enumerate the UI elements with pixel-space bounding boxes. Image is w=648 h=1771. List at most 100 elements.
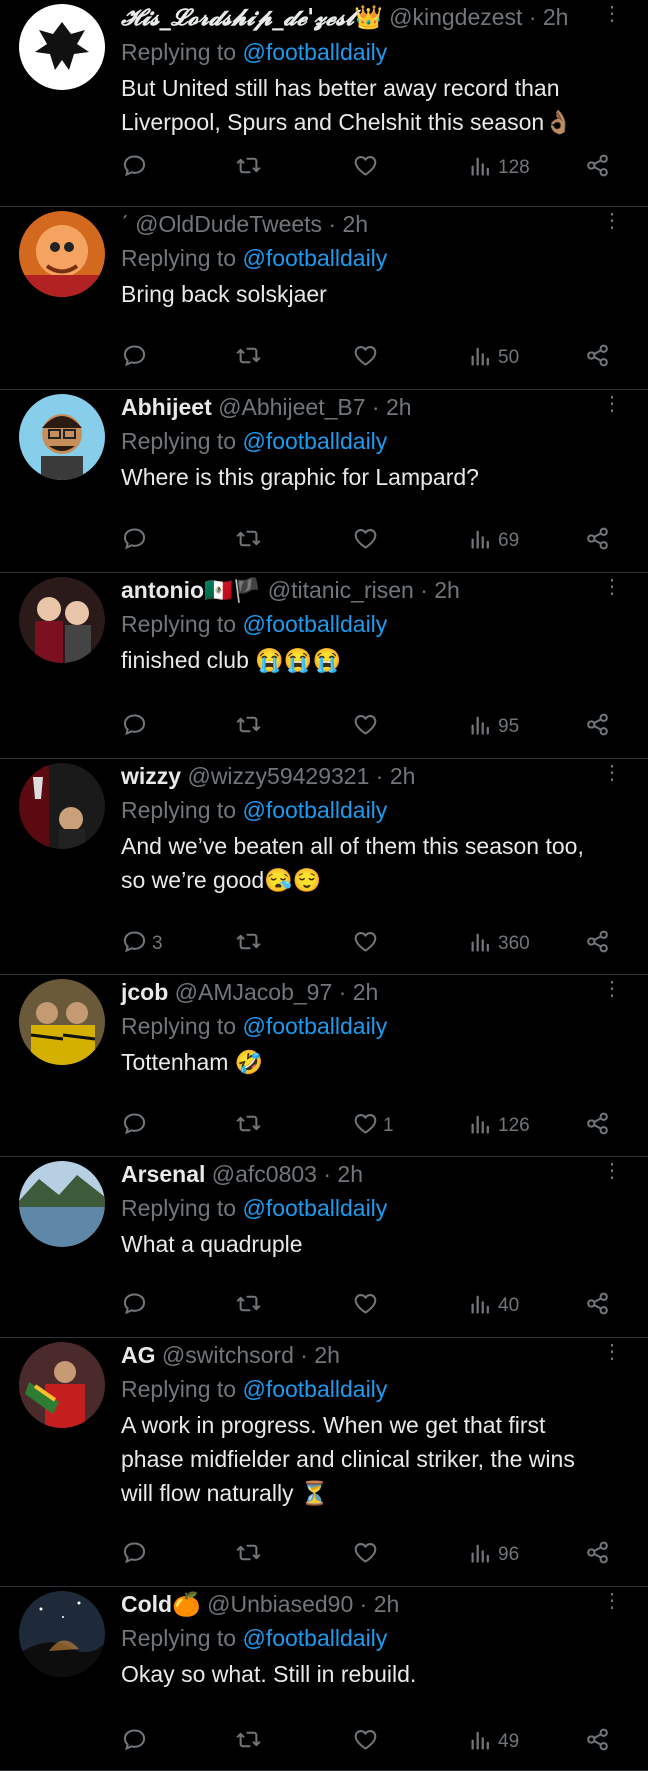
reply-button[interactable] [121, 153, 152, 183]
views-button[interactable]: 69 [467, 526, 519, 556]
like-button[interactable]: 1 [352, 1111, 394, 1141]
mention-link[interactable]: @footballdaily [242, 39, 387, 65]
display-name[interactable]: Cold [121, 1591, 172, 1617]
share-button[interactable] [584, 343, 611, 373]
timestamp[interactable]: 2h [374, 1591, 400, 1617]
mention-link[interactable]: @footballdaily [242, 1195, 387, 1221]
like-button[interactable] [352, 153, 383, 183]
timestamp[interactable]: 2h [337, 1161, 363, 1187]
group-photo-icon[interactable] [19, 979, 105, 1065]
photo-avatar-icon[interactable] [19, 577, 105, 663]
handle[interactable]: @titanic_risen [268, 577, 414, 603]
views-button[interactable]: 40 [467, 1291, 519, 1321]
views-button[interactable]: 128 [467, 153, 530, 183]
more-options-icon[interactable]: ⋮ [602, 977, 622, 1001]
handle[interactable]: @AMJacob_97 [175, 979, 333, 1005]
more-options-icon[interactable]: ⋮ [602, 1589, 622, 1613]
views-button[interactable]: 96 [467, 1540, 519, 1570]
like-button[interactable] [352, 929, 383, 959]
timestamp[interactable]: 2h [390, 763, 416, 789]
views-button[interactable]: 360 [467, 929, 530, 959]
mention-link[interactable]: @footballdaily [242, 1013, 387, 1039]
like-button[interactable] [352, 343, 383, 373]
timestamp[interactable]: 2h [353, 979, 379, 1005]
memoji-avatar-icon[interactable] [19, 394, 105, 480]
trophy-photo-icon[interactable] [19, 763, 105, 849]
handle[interactable]: @switchsord [162, 1342, 294, 1368]
eagle-logo-icon[interactable] [19, 4, 105, 90]
handle[interactable]: @Abhijeet_B7 [218, 394, 365, 420]
reply-button[interactable] [121, 712, 152, 742]
fan-photo-icon[interactable] [19, 1342, 105, 1428]
share-button[interactable] [584, 1727, 611, 1757]
share-button[interactable] [584, 153, 611, 183]
views-button[interactable]: 50 [467, 343, 519, 373]
views-button[interactable]: 95 [467, 712, 519, 742]
reply-button[interactable] [121, 1291, 152, 1321]
tweet[interactable]: antonio🇲🇽🏴 @titanic_risen · 2h Replying t… [0, 573, 648, 759]
retweet-button[interactable] [235, 1291, 262, 1321]
display-name[interactable]: AG [121, 1342, 156, 1368]
mention-link[interactable]: @footballdaily [242, 797, 387, 823]
tweet[interactable]: Arsenal @afc0803 · 2h Replying to @footba… [0, 1157, 648, 1338]
retweet-button[interactable] [235, 153, 262, 183]
tweet[interactable]: jcob @AMJacob_97 · 2h Replying to @footba… [0, 975, 648, 1157]
mention-link[interactable]: @footballdaily [242, 245, 387, 271]
retweet-button[interactable] [235, 712, 262, 742]
handle[interactable]: @kingdezest [389, 4, 522, 30]
reply-button[interactable] [121, 343, 152, 373]
mention-link[interactable]: @footballdaily [242, 1625, 387, 1651]
more-options-icon[interactable]: ⋮ [602, 209, 622, 233]
reply-button[interactable]: 3 [121, 929, 163, 959]
timestamp[interactable]: 2h [314, 1342, 340, 1368]
reply-button[interactable] [121, 1727, 152, 1757]
retweet-button[interactable] [235, 1111, 262, 1141]
more-options-icon[interactable]: ⋮ [602, 2, 622, 26]
timestamp[interactable]: 2h [543, 4, 569, 30]
like-button[interactable] [352, 1727, 383, 1757]
reply-button[interactable] [121, 526, 152, 556]
timestamp[interactable]: 2h [343, 211, 369, 237]
more-options-icon[interactable]: ⋮ [602, 1340, 622, 1364]
display-name[interactable]: Arsenal [121, 1161, 205, 1187]
share-button[interactable] [584, 526, 611, 556]
share-button[interactable] [584, 712, 611, 742]
display-name[interactable]: Abhijeet [121, 394, 212, 420]
views-button[interactable]: 126 [467, 1111, 530, 1141]
landscape-photo-icon[interactable] [19, 1161, 105, 1247]
like-button[interactable] [352, 1291, 383, 1321]
display-name[interactable]: antonio [121, 577, 204, 603]
retweet-button[interactable] [235, 1727, 262, 1757]
mention-link[interactable]: @footballdaily [242, 1376, 387, 1402]
views-button[interactable]: 49 [467, 1727, 519, 1757]
tweet[interactable]: Abhijeet @Abhijeet_B7 · 2h Replying to @f… [0, 390, 648, 573]
timestamp[interactable]: 2h [434, 577, 460, 603]
tweet[interactable]: wizzy @wizzy59429321 · 2h Replying to @fo… [0, 759, 648, 975]
display-name[interactable]: jcob [121, 979, 168, 1005]
reply-button[interactable] [121, 1111, 152, 1141]
timestamp[interactable]: 2h [386, 394, 412, 420]
retweet-button[interactable] [235, 526, 262, 556]
like-button[interactable] [352, 526, 383, 556]
handle[interactable]: @OldDudeTweets [135, 211, 322, 237]
more-options-icon[interactable]: ⋮ [602, 1159, 622, 1183]
handle[interactable]: @Unbiased90 [207, 1591, 353, 1617]
share-button[interactable] [584, 1540, 611, 1570]
tweet[interactable]: AG @switchsord · 2h Replying to @football… [0, 1338, 648, 1587]
cartoon-portrait-icon[interactable] [19, 211, 105, 297]
share-button[interactable] [584, 1111, 611, 1141]
retweet-button[interactable] [235, 929, 262, 959]
tweet[interactable]: Cold🍊 @Unbiased90 · 2h Replying to @footb… [0, 1587, 648, 1771]
share-button[interactable] [584, 1291, 611, 1321]
display-name[interactable]: wizzy [121, 763, 181, 789]
night-sky-photo-icon[interactable] [19, 1591, 105, 1677]
retweet-button[interactable] [235, 343, 262, 373]
like-button[interactable] [352, 712, 383, 742]
like-button[interactable] [352, 1540, 383, 1570]
more-options-icon[interactable]: ⋮ [602, 392, 622, 416]
handle[interactable]: @afc0803 [212, 1161, 317, 1187]
mention-link[interactable]: @footballdaily [242, 428, 387, 454]
more-options-icon[interactable]: ⋮ [602, 761, 622, 785]
retweet-button[interactable] [235, 1540, 262, 1570]
share-button[interactable] [584, 929, 611, 959]
